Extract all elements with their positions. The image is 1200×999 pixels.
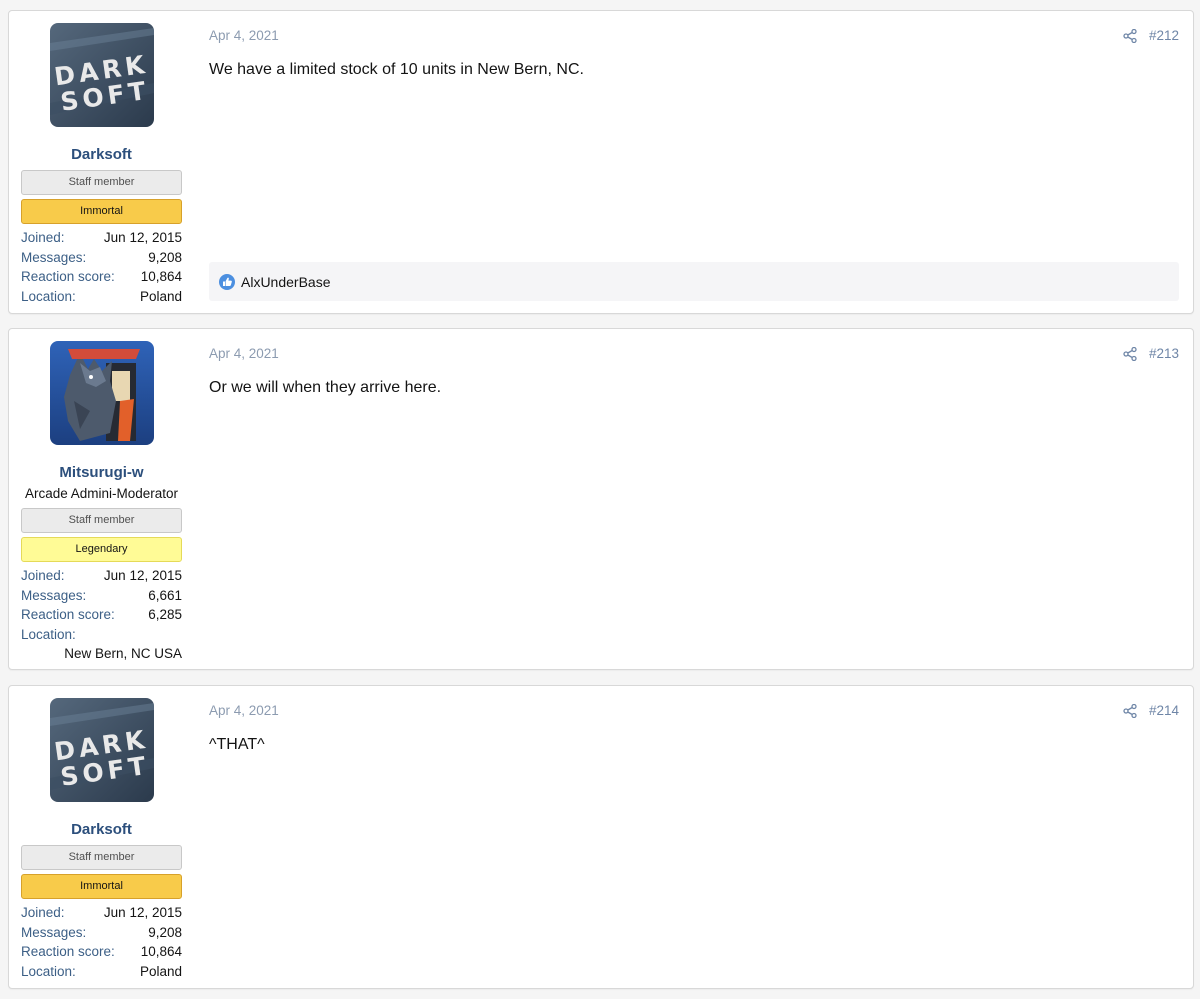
messages-label: Messages: [21, 249, 87, 265]
user-info: DARK SOFT Darksoft Staff member Immortal… [21, 23, 182, 306]
reaction-score-label: Reaction score: [21, 944, 115, 959]
post-number[interactable]: #213 [1149, 346, 1179, 361]
reactions-bar[interactable]: AlxUnderBase [209, 262, 1179, 301]
share-icon[interactable] [1123, 28, 1137, 43]
reaction-score-value: 10,864 [140, 944, 182, 959]
reaction-user[interactable]: AlxUnderBase [241, 274, 331, 290]
joined-value: Jun 12, 2015 [103, 568, 182, 583]
message-header: Apr 4, 2021 #214 [209, 703, 1179, 721]
joined-label: Joined: [21, 905, 65, 920]
user-info: Mitsurugi-w Arcade Admini-Moderator Staf… [21, 341, 182, 664]
rank-banner: Immortal [21, 874, 182, 899]
post: Mitsurugi-w Arcade Admini-Moderator Staf… [8, 328, 1194, 670]
location-label: Location: [21, 626, 76, 642]
post: DARK SOFT Darksoft Staff member Immortal… [8, 10, 1194, 314]
post-date[interactable]: Apr 4, 2021 [209, 28, 279, 43]
share-icon[interactable] [1123, 703, 1137, 718]
username[interactable]: Darksoft [21, 146, 182, 164]
messages-label: Messages: [21, 587, 87, 603]
location-value[interactable]: New Bern, NC USA [21, 644, 182, 664]
message-actions: #213 [1123, 346, 1179, 361]
user-stats: Joined: Jun 12, 2015 Messages: 9,208 React… [21, 228, 182, 306]
joined-label: Joined: [21, 230, 65, 245]
user-title: Arcade Admini-Moderator [24, 486, 179, 501]
reaction-score-label: Reaction score: [21, 269, 115, 284]
joined-value: Jun 12, 2015 [103, 230, 182, 245]
message-header: Apr 4, 2021 #212 [209, 28, 1179, 46]
avatar[interactable]: DARK SOFT [49, 23, 154, 127]
message-body: We have a limited stock of 10 units in N… [209, 61, 584, 78]
post-date[interactable]: Apr 4, 2021 [209, 346, 279, 361]
message-header: Apr 4, 2021 #213 [209, 346, 1179, 364]
staff-banner: Staff member [21, 508, 182, 533]
message-body: ^THAT^ [209, 736, 265, 753]
message-body: Or we will when they arrive here. [209, 379, 442, 396]
location-label: Location: [21, 288, 76, 304]
username[interactable]: Mitsurugi-w [21, 464, 182, 482]
messages-value[interactable]: 6,661 [148, 586, 182, 606]
username[interactable]: Darksoft [21, 821, 182, 839]
post-number[interactable]: #212 [1149, 28, 1179, 43]
user-stats: Joined: Jun 12, 2015 Messages: 6,661 React… [21, 566, 182, 664]
message-actions: #214 [1123, 703, 1179, 718]
staff-banner: Staff member [21, 170, 182, 195]
messages-value[interactable]: 9,208 [148, 248, 182, 268]
location-value[interactable]: Poland [140, 962, 182, 982]
joined-value: Jun 12, 2015 [103, 905, 182, 920]
rank-banner: Immortal [21, 199, 182, 224]
post: DARK SOFT Darksoft Staff member Immortal… [8, 685, 1194, 989]
reaction-score-label: Reaction score: [21, 607, 115, 622]
user-info: DARK SOFT Darksoft Staff member Immortal… [21, 698, 182, 981]
post-date[interactable]: Apr 4, 2021 [209, 703, 279, 718]
avatar[interactable]: DARK SOFT [49, 698, 154, 802]
user-stats: Joined: Jun 12, 2015 Messages: 9,208 React… [21, 903, 182, 981]
joined-label: Joined: [21, 568, 65, 583]
like-icon [219, 273, 235, 290]
avatar[interactable] [49, 341, 154, 445]
share-icon[interactable] [1123, 346, 1137, 361]
messages-label: Messages: [21, 924, 87, 940]
location-label: Location: [21, 963, 76, 979]
reaction-score-value: 10,864 [140, 269, 182, 284]
messages-value[interactable]: 9,208 [148, 923, 182, 943]
staff-banner: Staff member [21, 845, 182, 870]
message-actions: #212 [1123, 28, 1179, 43]
post-number[interactable]: #214 [1149, 703, 1179, 718]
reaction-score-value: 6,285 [148, 607, 182, 622]
location-value[interactable]: Poland [140, 287, 182, 307]
rank-banner: Legendary [21, 537, 182, 562]
